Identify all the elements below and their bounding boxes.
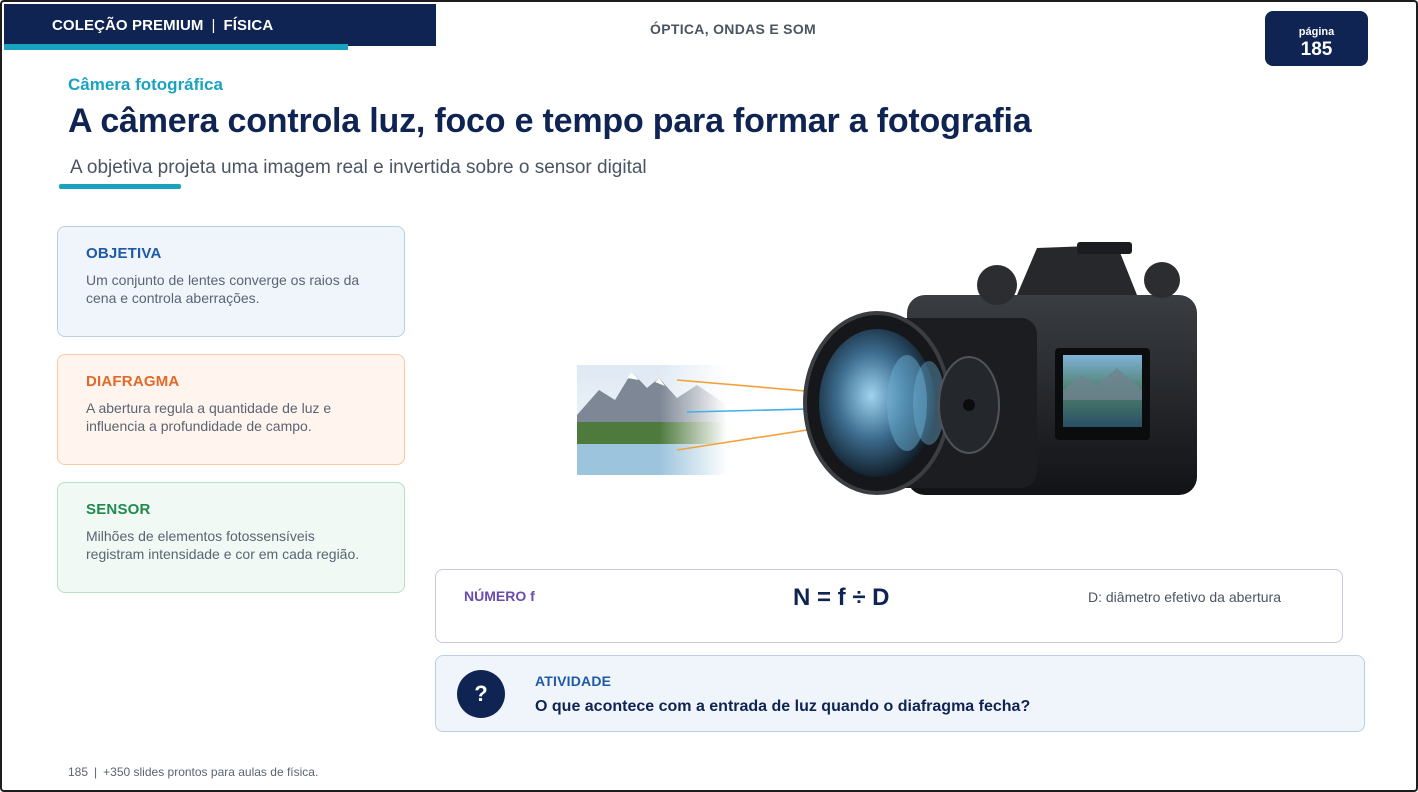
page-subtitle: A objetiva projeta uma imagem real e inv… [70, 157, 647, 178]
footer-page: 185 [68, 765, 89, 779]
card-title: SENSOR [86, 501, 151, 518]
section-kicker: Câmera fotográfica [68, 75, 223, 94]
card-text: Milhões de elementos fotossensíveis regi… [86, 528, 360, 562]
slide-frame: COLEÇÃO PREMIUM | FÍSICA ÓPTICA, ONDAS E S… [0, 0, 1418, 792]
formula-label: NÚMERO f [464, 588, 535, 604]
formula-note: D: diâmetro efetivo da abertura [1088, 589, 1281, 605]
camera-lens [803, 311, 1037, 495]
topic-title: ÓPTICA, ONDAS E SOM [650, 21, 816, 37]
card-diafragma: DIAFRAGMA A abertura regula a quantidade… [57, 354, 405, 465]
page-badge-number: 185 [1300, 39, 1333, 60]
card-objetiva: OBJETIVA Um conjunto de lentes converge … [57, 226, 405, 337]
page-title: A câmera controla luz, foco e tempo para… [68, 102, 1032, 140]
subtitle-underline [59, 184, 181, 189]
card-title: OBJETIVA [86, 245, 162, 262]
brand-accent-line [4, 44, 348, 50]
landscape-scene [577, 365, 727, 475]
page-badge: página 185 [1265, 11, 1368, 66]
page-badge-label: página [1298, 26, 1335, 38]
footer-separator: | [94, 765, 98, 779]
question-icon: ? [457, 670, 505, 718]
formula-equation: N = f ÷ D [793, 584, 890, 611]
card-text: A abertura regula a quantidade de luz e … [86, 400, 332, 434]
footer: 185 | +350 slides prontos para aulas de fí… [68, 765, 318, 779]
card-text: Um conjunto de lentes converge os raios … [86, 272, 360, 306]
activity-box: ? ATIVIDADE O que acontece com a entrada… [435, 655, 1365, 732]
footer-text: +350 slides prontos para aulas de física… [103, 765, 319, 779]
activity-question: O que acontece com a entrada de luz quan… [535, 698, 1031, 715]
card-sensor: SENSOR Milhões de elementos fotossensíve… [57, 482, 405, 593]
activity-title: ATIVIDADE [535, 673, 612, 689]
card-title: DIAFRAGMA [86, 373, 180, 390]
formula-box: NÚMERO f N = f ÷ D D: diâmetro efetivo d… [435, 569, 1343, 643]
camera-illustration [577, 242, 1197, 495]
